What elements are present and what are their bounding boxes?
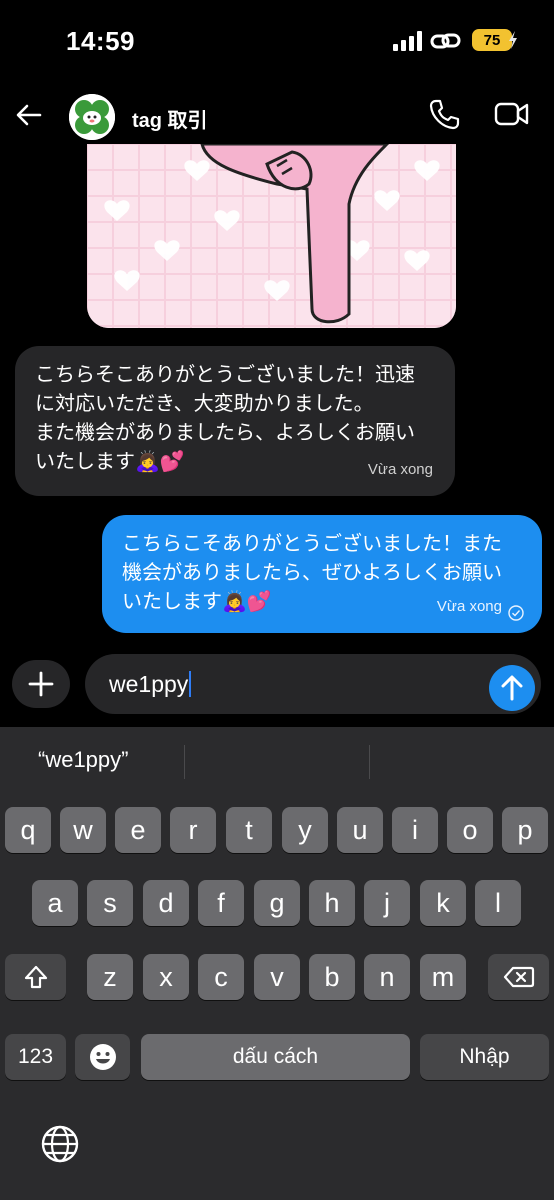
key-u[interactable]: u xyxy=(337,807,383,853)
battery-indicator: 75 xyxy=(472,29,512,51)
key-e[interactable]: e xyxy=(115,807,161,853)
image-message[interactable] xyxy=(87,144,456,328)
shift-icon xyxy=(24,965,47,989)
emoji-icon xyxy=(89,1044,116,1070)
add-attachment-button[interactable] xyxy=(12,660,70,708)
key-g[interactable]: g xyxy=(254,880,300,926)
key-l[interactable]: l xyxy=(475,880,521,926)
charging-icon xyxy=(509,31,517,49)
key-y[interactable]: y xyxy=(282,807,328,853)
key-h[interactable]: h xyxy=(309,880,355,926)
incoming-message-bubble[interactable]: こちらそこありがとうございました！迅速 に対応いただき、大変助かりました。 また… xyxy=(15,346,455,496)
video-camera-icon[interactable] xyxy=(494,100,530,128)
message-input-field[interactable]: we1ppy xyxy=(85,654,541,714)
sticker-image xyxy=(87,144,456,328)
backspace-icon xyxy=(503,966,534,988)
compose-bar: we1ppy xyxy=(0,648,554,722)
status-time: 14:59 xyxy=(66,26,135,56)
send-arrow-icon xyxy=(501,675,523,701)
battery-level: 75 xyxy=(483,31,501,49)
key-z[interactable]: z xyxy=(87,954,133,1000)
key-o[interactable]: o xyxy=(447,807,493,853)
key-j[interactable]: j xyxy=(364,880,410,926)
suggestion-divider xyxy=(184,745,185,779)
key-n[interactable]: n xyxy=(364,954,410,1000)
outgoing-message-bubble[interactable]: こちらこそありがとうございました！また 機会がありましたら、ぜひよろしくお願い … xyxy=(102,515,542,633)
key-c[interactable]: c xyxy=(198,954,244,1000)
key-b[interactable]: b xyxy=(309,954,355,1000)
sent-check-icon xyxy=(508,605,524,621)
key-t[interactable]: t xyxy=(226,807,272,853)
link-icon xyxy=(430,33,461,49)
send-button[interactable] xyxy=(489,665,535,711)
contact-avatar[interactable] xyxy=(69,94,115,140)
text-caret xyxy=(189,671,192,697)
space-key[interactable]: dấu cách xyxy=(141,1034,410,1080)
key-i[interactable]: i xyxy=(392,807,438,853)
key-a[interactable]: a xyxy=(32,880,78,926)
delete-key[interactable] xyxy=(488,954,549,1000)
key-w[interactable]: w xyxy=(60,807,106,853)
key-f[interactable]: f xyxy=(198,880,244,926)
contact-name[interactable]: tag 取引 xyxy=(132,104,208,133)
signal-icon xyxy=(393,31,422,51)
chat-header: tag 取引 xyxy=(0,86,554,144)
key-v[interactable]: v xyxy=(254,954,300,1000)
suggestion-divider xyxy=(369,745,370,779)
phone-icon[interactable] xyxy=(428,98,460,130)
key-m[interactable]: m xyxy=(420,954,466,1000)
key-x[interactable]: x xyxy=(143,954,189,1000)
numbers-key[interactable]: 123 xyxy=(5,1034,66,1080)
back-arrow-icon[interactable] xyxy=(14,100,44,130)
emoji-key[interactable] xyxy=(75,1034,130,1080)
plus-icon xyxy=(28,671,54,697)
keyboard: “we1ppy” q w e r t y u i o p a s d f g h… xyxy=(0,727,554,1200)
key-d[interactable]: d xyxy=(143,880,189,926)
status-bar: 14:59 75 xyxy=(0,0,554,86)
message-time: Vừa xong xyxy=(367,461,433,478)
suggestion-item[interactable]: “we1ppy” xyxy=(38,747,128,773)
message-input-value: we1ppy xyxy=(109,671,189,697)
key-k[interactable]: k xyxy=(420,880,466,926)
shift-key[interactable] xyxy=(5,954,66,1000)
key-r[interactable]: r xyxy=(170,807,216,853)
message-time: Vừa xong xyxy=(436,598,502,615)
suggestion-bar: “we1ppy” xyxy=(0,727,554,795)
return-key[interactable]: Nhập xyxy=(420,1034,549,1080)
key-q[interactable]: q xyxy=(5,807,51,853)
key-p[interactable]: p xyxy=(502,807,548,853)
globe-icon[interactable] xyxy=(40,1124,80,1164)
key-s[interactable]: s xyxy=(87,880,133,926)
